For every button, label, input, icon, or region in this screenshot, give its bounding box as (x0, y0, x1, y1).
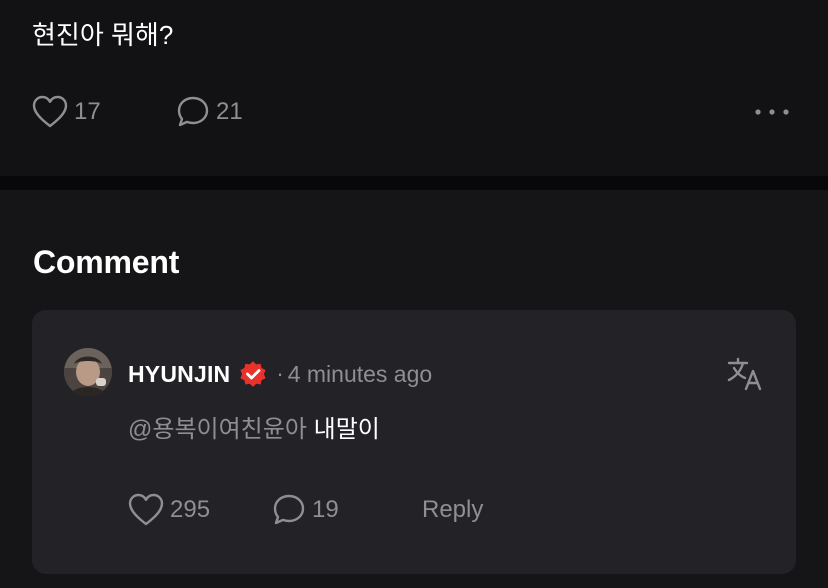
reply-button[interactable]: Reply (422, 496, 483, 524)
avatar[interactable] (64, 348, 112, 396)
post-comment-count: 21 (216, 98, 243, 125)
post-actions: 17 21 (32, 94, 243, 130)
comment-bubble-icon (273, 494, 305, 525)
translate-button[interactable] (726, 356, 766, 392)
translate-icon (727, 357, 762, 391)
comment-bubble-icon (177, 96, 209, 127)
comment-replies-button[interactable]: 19 (272, 493, 422, 527)
comment-section-title: Comment (33, 244, 180, 280)
comment-body: 내말이 (313, 416, 380, 443)
post-comment-button[interactable]: 21 (176, 95, 243, 129)
comment-header: HYUNJIN · 4 minutes ago (128, 358, 432, 390)
comment-reply-count: 19 (312, 496, 339, 523)
comment-like-button[interactable]: 295 (128, 493, 272, 527)
post-like-count: 17 (74, 98, 101, 125)
author-name[interactable]: HYUNJIN (128, 361, 230, 388)
post: 현진아 뭐해? 17 21 (0, 0, 828, 176)
avatar-image (64, 348, 112, 396)
comment-timestamp: 4 minutes ago (287, 360, 433, 387)
comment-text: @용복이여친윤아 내말이 (128, 414, 380, 446)
more-horizontal-icon (755, 109, 789, 115)
comment-section: Comment HYUNJIN · 4 minutes ago @용복이여친윤아… (0, 190, 828, 588)
comment-card: HYUNJIN · 4 minutes ago @용복이여친윤아 내말이 295… (32, 310, 796, 574)
section-divider (0, 176, 828, 190)
more-options-button[interactable] (752, 100, 792, 124)
mention-link[interactable]: @용복이여친윤아 (128, 416, 307, 443)
meta-separator: · (276, 361, 284, 386)
heart-icon (32, 95, 68, 128)
comment-actions: 295 19 Reply (128, 492, 483, 528)
verified-badge-icon (240, 361, 266, 387)
post-like-button[interactable]: 17 (32, 95, 176, 129)
comment-like-count: 295 (170, 496, 211, 523)
post-text: 현진아 뭐해? (32, 20, 174, 50)
heart-icon (128, 493, 164, 526)
